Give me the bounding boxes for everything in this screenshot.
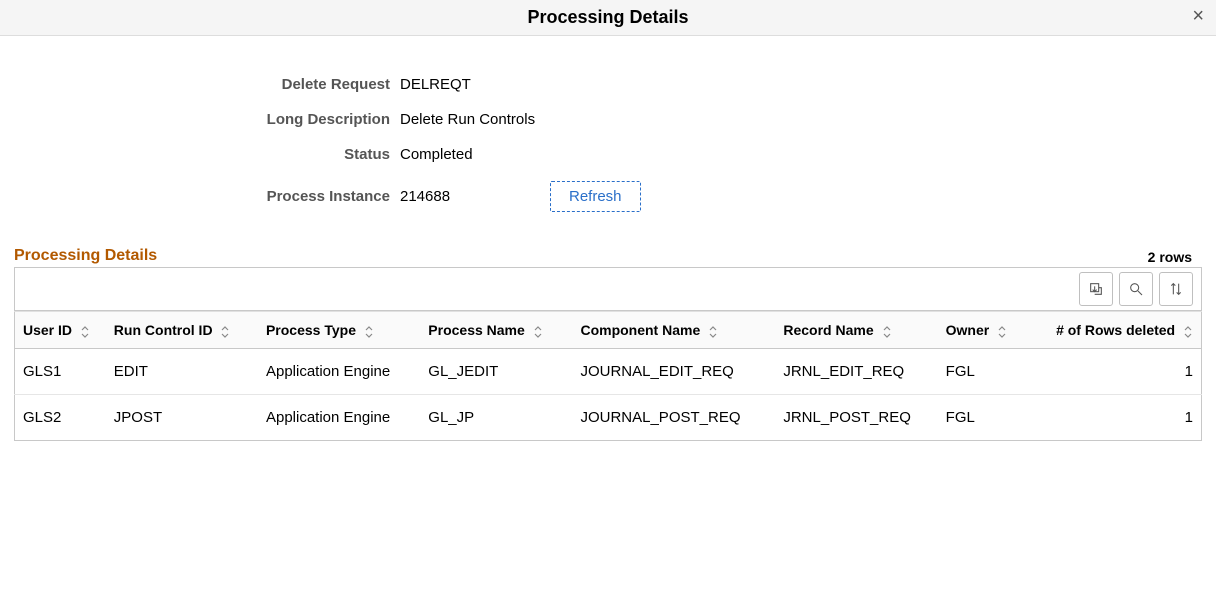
download-icon[interactable] (1079, 272, 1113, 306)
cell-process-name: GL_JEDIT (420, 349, 572, 395)
sort-indicator-icon (997, 325, 1007, 337)
col-user-id[interactable]: User ID (15, 312, 106, 349)
titlebar: Processing Details × (0, 0, 1216, 36)
col-component-name-label: Component Name (580, 322, 700, 338)
table-header-row: User ID Run Control ID Process Type Proc… (15, 312, 1202, 349)
cell-owner: FGL (938, 349, 1039, 395)
col-run-control-id-label: Run Control ID (114, 322, 213, 338)
cell-owner: FGL (938, 395, 1039, 441)
delete-request-label: Delete Request (60, 76, 400, 93)
grid-title: Processing Details (14, 247, 157, 265)
cell-run-control-id: EDIT (106, 349, 258, 395)
col-rows-deleted-label: # of Rows deleted (1056, 322, 1175, 338)
cell-process-type: Application Engine (258, 349, 420, 395)
row-count-label: 2 rows (1148, 249, 1202, 265)
sort-indicator-icon (80, 325, 90, 337)
table-row[interactable]: GLS1 EDIT Application Engine GL_JEDIT JO… (15, 349, 1202, 395)
sort-indicator-icon (708, 325, 718, 337)
sort-indicator-icon (882, 325, 892, 337)
col-process-name-label: Process Name (428, 322, 525, 338)
cell-component-name: JOURNAL_POST_REQ (572, 395, 775, 441)
col-user-id-label: User ID (23, 322, 72, 338)
close-icon[interactable]: × (1192, 6, 1204, 26)
results-table: User ID Run Control ID Process Type Proc… (14, 311, 1202, 441)
col-process-name[interactable]: Process Name (420, 312, 572, 349)
long-description-label: Long Description (60, 111, 400, 128)
cell-process-name: GL_JP (420, 395, 572, 441)
cell-process-type: Application Engine (258, 395, 420, 441)
grid-section: Processing Details 2 rows User ID Run Co… (14, 247, 1202, 441)
table-row[interactable]: GLS2 JPOST Application Engine GL_JP JOUR… (15, 395, 1202, 441)
sort-indicator-icon (220, 325, 230, 337)
sort-indicator-icon (533, 325, 543, 337)
cell-rows-deleted: 1 (1039, 349, 1201, 395)
col-record-name-label: Record Name (783, 322, 873, 338)
col-process-type[interactable]: Process Type (258, 312, 420, 349)
process-instance-value: 214688 (400, 188, 550, 205)
search-icon[interactable] (1119, 272, 1153, 306)
cell-component-name: JOURNAL_EDIT_REQ (572, 349, 775, 395)
col-record-name[interactable]: Record Name (775, 312, 937, 349)
cell-record-name: JRNL_POST_REQ (775, 395, 937, 441)
page-title: Processing Details (527, 7, 688, 28)
col-owner-label: Owner (946, 322, 990, 338)
col-run-control-id[interactable]: Run Control ID (106, 312, 258, 349)
cell-record-name: JRNL_EDIT_REQ (775, 349, 937, 395)
col-process-type-label: Process Type (266, 322, 356, 338)
refresh-button[interactable]: Refresh (550, 181, 641, 212)
cell-run-control-id: JPOST (106, 395, 258, 441)
sort-icon[interactable] (1159, 272, 1193, 306)
long-description-value: Delete Run Controls (400, 111, 535, 128)
grid-toolbar (14, 267, 1202, 311)
status-label: Status (60, 146, 400, 163)
status-value: Completed (400, 146, 473, 163)
col-owner[interactable]: Owner (938, 312, 1039, 349)
cell-user-id: GLS2 (15, 395, 106, 441)
col-component-name[interactable]: Component Name (572, 312, 775, 349)
process-instance-label: Process Instance (60, 188, 400, 205)
summary-panel: Delete Request DELREQT Long Description … (60, 76, 760, 212)
cell-rows-deleted: 1 (1039, 395, 1201, 441)
sort-indicator-icon (364, 325, 374, 337)
col-rows-deleted[interactable]: # of Rows deleted (1039, 312, 1201, 349)
cell-user-id: GLS1 (15, 349, 106, 395)
delete-request-value: DELREQT (400, 76, 471, 93)
sort-indicator-icon (1183, 325, 1193, 337)
